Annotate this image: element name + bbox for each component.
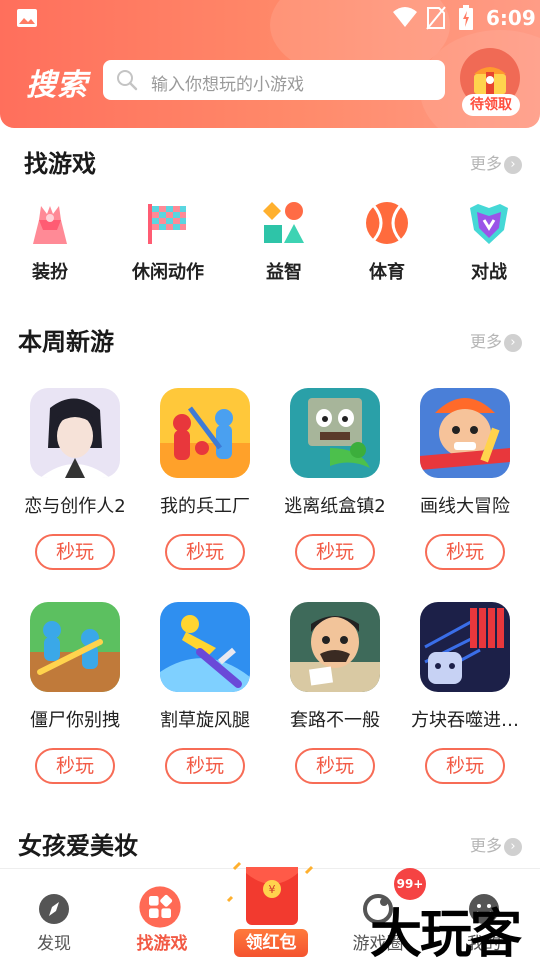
gift-badge: 待领取 xyxy=(462,94,520,116)
section-title-find-games: 找游戏 xyxy=(24,150,96,178)
grid-apps-icon xyxy=(139,886,181,928)
svg-text:¥: ¥ xyxy=(269,883,276,896)
category-casual-action[interactable]: 休闲动作 xyxy=(118,200,218,290)
ball-icon xyxy=(366,202,408,244)
category-dress-up[interactable]: 装扮 xyxy=(0,200,100,290)
dress-up-icon xyxy=(33,206,67,244)
chevron-right-icon: › xyxy=(504,333,523,352)
game-icon xyxy=(160,388,250,478)
sim-icon xyxy=(426,6,446,30)
game-name: 恋与创作人2 xyxy=(24,496,126,517)
search-placeholder: 输入你想玩的小游戏 xyxy=(151,75,304,95)
game-card[interactable]: 割草旋风腿 秒玩 xyxy=(140,602,270,802)
tab-red-packet[interactable]: ¥ 领红包 xyxy=(226,857,316,960)
treasure-chest-icon xyxy=(474,67,506,94)
category-label: 益智 xyxy=(266,262,302,283)
game-name: 割草旋风腿 xyxy=(160,710,250,731)
game-name: 画线大冒险 xyxy=(420,496,510,517)
category-label: 体育 xyxy=(369,262,405,283)
section-title-weekly-new: 本周新游 xyxy=(18,328,114,356)
wifi-icon xyxy=(393,7,417,27)
brand-title: 搜索 xyxy=(26,68,88,103)
category-sports[interactable]: 体育 xyxy=(337,200,437,290)
gift-button[interactable]: 待领取 xyxy=(460,48,522,120)
play-button[interactable]: 秒玩 xyxy=(425,534,505,570)
status-bar: 6:09 xyxy=(0,0,540,36)
game-icon xyxy=(420,602,510,692)
play-button[interactable]: 秒玩 xyxy=(295,748,375,784)
search-input[interactable]: 输入你想玩的小游戏 xyxy=(103,60,445,100)
red-envelope-icon: ¥ xyxy=(226,861,314,925)
compass-icon xyxy=(39,894,69,924)
category-label: 休闲动作 xyxy=(132,262,204,283)
game-icon xyxy=(30,388,120,478)
puzzle-shapes-icon xyxy=(263,202,304,243)
tab-label: 找游戏 xyxy=(136,934,188,954)
game-icon xyxy=(30,602,120,692)
header: 6:09 搜索 输入你想玩的小游戏 待领取 xyxy=(0,0,540,128)
tab-discover[interactable]: 发现 xyxy=(4,869,104,960)
battery-icon xyxy=(459,5,473,30)
shield-battle-icon xyxy=(470,204,508,244)
play-button[interactable]: 秒玩 xyxy=(425,748,505,784)
chevron-right-icon: › xyxy=(504,155,523,174)
section-title-girls-makeup: 女孩爱美妆 xyxy=(18,832,138,860)
tab-find-games[interactable]: 找游戏 xyxy=(112,869,212,960)
search-icon xyxy=(117,70,138,91)
clock: 6:09 xyxy=(486,6,536,30)
game-name: 我的兵工厂 xyxy=(160,496,250,517)
game-name: 逃离纸盒镇2 xyxy=(284,496,386,517)
more-label: 更多 xyxy=(470,332,503,351)
tab-label: 发现 xyxy=(37,934,71,954)
game-card[interactable]: 僵尸你别拽 秒玩 xyxy=(10,602,140,802)
category-puzzle[interactable]: 益智 xyxy=(234,200,334,290)
checkered-flag-icon xyxy=(148,204,186,244)
game-icon xyxy=(420,388,510,478)
game-card[interactable]: 恋与创作人2 秒玩 xyxy=(10,388,140,588)
game-card[interactable]: 套路不一般 秒玩 xyxy=(270,602,400,802)
category-label: 装扮 xyxy=(32,262,68,283)
game-name: 僵尸你别拽 xyxy=(30,710,120,731)
game-icon xyxy=(160,602,250,692)
play-button[interactable]: 秒玩 xyxy=(35,534,115,570)
watermark: 大玩客 xyxy=(370,904,522,960)
game-icon xyxy=(290,388,380,478)
play-button[interactable]: 秒玩 xyxy=(35,748,115,784)
game-name: 套路不一般 xyxy=(290,710,380,731)
play-button[interactable]: 秒玩 xyxy=(295,534,375,570)
game-card[interactable]: 画线大冒险 秒玩 xyxy=(400,388,530,588)
red-packet-label: 领红包 xyxy=(234,929,308,957)
more-label: 更多 xyxy=(470,154,503,173)
game-card[interactable]: 方块吞噬进… 秒玩 xyxy=(400,602,530,802)
play-button[interactable]: 秒玩 xyxy=(165,534,245,570)
game-card[interactable]: 我的兵工厂 秒玩 xyxy=(140,388,270,588)
category-label: 对战 xyxy=(471,262,507,283)
game-icon xyxy=(290,602,380,692)
more-label: 更多 xyxy=(470,836,503,855)
game-card[interactable]: 逃离纸盒镇2 秒玩 xyxy=(270,388,400,588)
gallery-icon xyxy=(17,9,37,27)
more-link-girls-makeup[interactable]: 更多 › xyxy=(470,832,523,856)
play-button[interactable]: 秒玩 xyxy=(165,748,245,784)
more-link-find-games[interactable]: 更多 › xyxy=(470,150,523,174)
category-battle[interactable]: 对战 xyxy=(439,200,539,290)
more-link-weekly-new[interactable]: 更多 › xyxy=(470,328,523,352)
game-name: 方块吞噬进… xyxy=(411,710,519,731)
chevron-right-icon: › xyxy=(504,837,523,856)
